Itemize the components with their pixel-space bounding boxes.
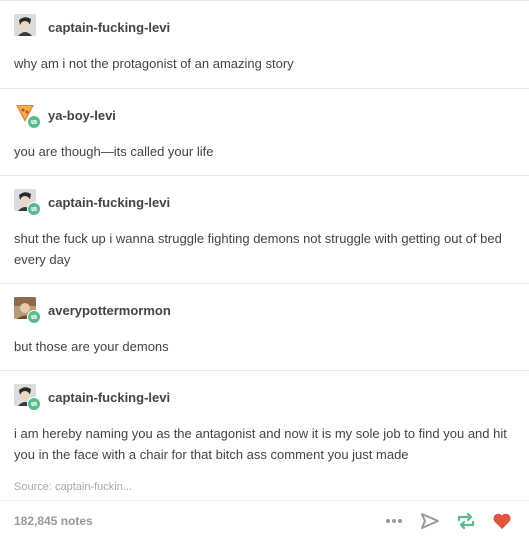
post-header: captain-fucking-levi — [14, 383, 170, 411]
reblog-badge-icon — [27, 397, 41, 411]
post-2: ya-boy-levi you are though—its called yo… — [0, 88, 529, 175]
avatar[interactable] — [14, 297, 41, 324]
username[interactable]: averypottermormon — [48, 303, 171, 318]
footer-divider — [0, 500, 529, 501]
avatar-image — [14, 14, 36, 36]
username[interactable]: captain-fucking-levi — [48, 195, 170, 210]
post-1: captain-fucking-levi why am i not the pr… — [0, 0, 529, 88]
username[interactable]: ya-boy-levi — [48, 108, 116, 123]
reblog-badge-icon — [27, 115, 41, 129]
avatar[interactable] — [14, 102, 41, 129]
more-icon[interactable] — [383, 510, 405, 532]
like-icon[interactable] — [491, 510, 513, 532]
post-actions — [383, 510, 513, 532]
post-header: captain-fucking-levi — [14, 13, 170, 37]
post-4: averypottermormon but those are your dem… — [0, 283, 529, 370]
avatar[interactable] — [14, 384, 41, 411]
username[interactable]: captain-fucking-levi — [48, 20, 170, 35]
post-header: captain-fucking-levi — [14, 188, 170, 216]
post-text: but those are your demons — [14, 339, 169, 354]
reblog-badge-icon — [27, 202, 41, 216]
post-header: ya-boy-levi — [14, 101, 116, 129]
post-header: averypottermormon — [14, 296, 171, 324]
share-icon[interactable] — [419, 510, 441, 532]
avatar[interactable] — [14, 189, 41, 216]
post-text: i am hereby naming you as the antagonist… — [14, 426, 507, 462]
reblog-badge-icon — [27, 310, 41, 324]
reblog-icon[interactable] — [455, 510, 477, 532]
post-text: shut the fuck up i wanna struggle fighti… — [14, 231, 502, 267]
username[interactable]: captain-fucking-levi — [48, 390, 170, 405]
source-link[interactable]: Source: captain-fuckin... — [14, 481, 132, 493]
avatar[interactable] — [14, 14, 36, 36]
post-text: you are though—its called your life — [14, 144, 214, 159]
post-3: captain-fucking-levi shut the fuck up i … — [0, 175, 529, 283]
post-text: why am i not the protagonist of an amazi… — [14, 56, 294, 71]
notes-count[interactable]: 182,845 notes — [14, 514, 93, 528]
